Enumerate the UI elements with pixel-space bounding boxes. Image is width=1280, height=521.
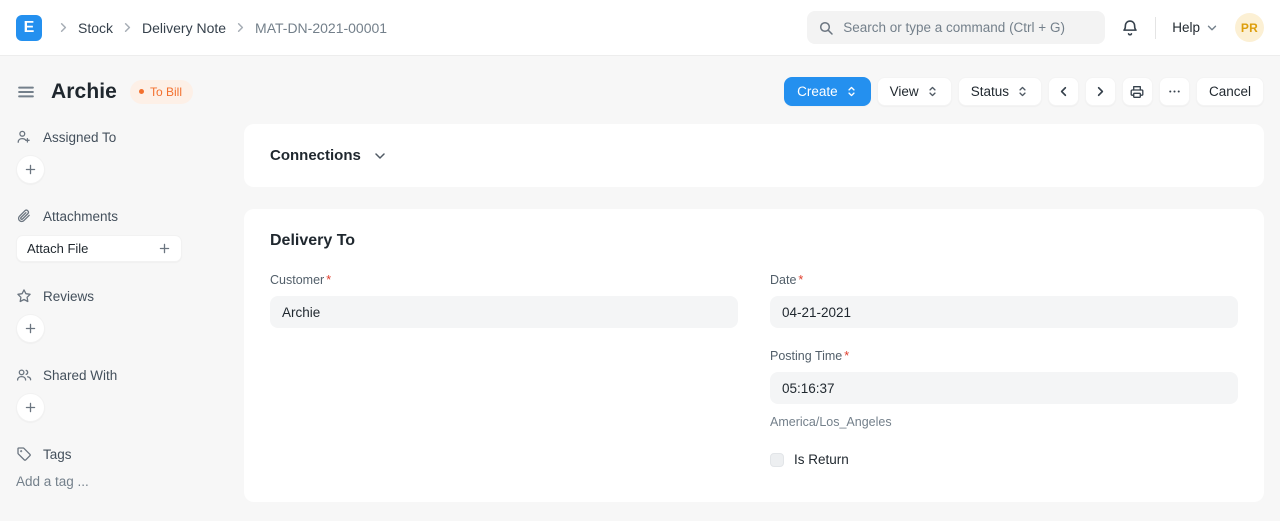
- customer-label-text: Customer: [270, 273, 324, 287]
- form-column-left: Customer*: [270, 273, 738, 467]
- ellipsis-icon: [1167, 84, 1182, 99]
- navbar: E Stock Delivery Note MAT-DN-2021-00001 …: [0, 0, 1280, 56]
- assigned-to-label: Assigned To: [43, 130, 116, 145]
- delivery-to-section: Delivery To Customer* Date*: [244, 209, 1264, 502]
- form-column-right: Date* Posting Time* America/Los_Angeles: [770, 273, 1238, 467]
- customer-input[interactable]: [270, 296, 738, 328]
- delivery-to-title: Delivery To: [270, 232, 1238, 250]
- content-layout: Assigned To Attachments Attach File Revi…: [0, 124, 1280, 521]
- form-body: Connections Delivery To Customer*: [244, 124, 1264, 521]
- assigned-to-section: Assigned To: [16, 129, 212, 145]
- breadcrumb-stock[interactable]: Stock: [78, 20, 113, 36]
- navbar-right: Help PR: [807, 11, 1264, 44]
- users-icon: [16, 367, 32, 383]
- add-assignment-button[interactable]: [16, 155, 45, 184]
- date-label: Date*: [770, 273, 1238, 287]
- create-button-label: Create: [797, 84, 838, 99]
- is-return-field[interactable]: Is Return: [770, 452, 1238, 467]
- attachments-label: Attachments: [43, 209, 118, 224]
- status-dot: [139, 89, 144, 94]
- select-chevrons-icon: [926, 85, 939, 98]
- posting-time-label-text: Posting Time: [770, 349, 842, 363]
- page-header: Archie To Bill Create View Status: [0, 56, 1280, 124]
- shared-with-label: Shared With: [43, 368, 117, 383]
- create-button[interactable]: Create: [784, 77, 871, 106]
- posting-time-field: Posting Time* America/Los_Angeles: [770, 349, 1238, 429]
- app-logo-letter: E: [24, 19, 35, 37]
- help-menu[interactable]: Help: [1172, 20, 1219, 35]
- global-search[interactable]: [807, 11, 1105, 44]
- tag-icon: [16, 446, 32, 462]
- breadcrumb-delivery-note[interactable]: Delivery Note: [142, 20, 226, 36]
- add-share-button[interactable]: [16, 393, 45, 422]
- date-label-text: Date: [770, 273, 796, 287]
- tags-section: Tags: [16, 446, 212, 462]
- chevron-right-icon: [56, 20, 71, 35]
- chevron-right-icon: [120, 20, 135, 35]
- navbar-divider: [1155, 17, 1156, 39]
- sidebar-toggle-icon[interactable]: [16, 82, 36, 102]
- chevron-right-icon: [1093, 84, 1108, 99]
- user-plus-icon: [16, 129, 32, 145]
- add-review-button[interactable]: [16, 314, 45, 343]
- required-marker: *: [798, 273, 803, 287]
- date-field: Date*: [770, 273, 1238, 328]
- chevron-right-icon: [233, 20, 248, 35]
- required-marker: *: [326, 273, 331, 287]
- avatar-initials: PR: [1241, 21, 1258, 35]
- reviews-section: Reviews: [16, 288, 212, 304]
- search-input[interactable]: [843, 20, 1094, 35]
- app-logo[interactable]: E: [16, 15, 42, 41]
- select-chevrons-icon: [845, 85, 858, 98]
- status-badge: To Bill: [130, 80, 193, 104]
- timezone-text: America/Los_Angeles: [770, 415, 1238, 429]
- cancel-button-label: Cancel: [1209, 84, 1251, 99]
- chevron-down-icon: [372, 148, 388, 164]
- add-tag-input[interactable]: Add a tag ...: [16, 474, 212, 489]
- view-button[interactable]: View: [877, 77, 952, 106]
- view-button-label: View: [890, 84, 919, 99]
- customer-field: Customer*: [270, 273, 738, 328]
- printer-icon: [1129, 84, 1145, 100]
- tags-label: Tags: [43, 447, 72, 462]
- posting-time-input[interactable]: [770, 372, 1238, 404]
- user-avatar[interactable]: PR: [1235, 13, 1264, 42]
- search-icon: [818, 20, 834, 36]
- header-actions: Create View Status: [784, 77, 1264, 106]
- connections-title: Connections: [270, 147, 361, 164]
- chevron-down-icon: [1205, 21, 1219, 35]
- notifications-bell-icon[interactable]: [1121, 19, 1139, 37]
- print-button[interactable]: [1122, 77, 1153, 106]
- shared-with-section: Shared With: [16, 367, 212, 383]
- is-return-checkbox[interactable]: [770, 453, 784, 467]
- required-marker: *: [844, 349, 849, 363]
- select-chevrons-icon: [1016, 85, 1029, 98]
- attach-file-button[interactable]: Attach File: [16, 235, 182, 262]
- is-return-label: Is Return: [794, 452, 849, 467]
- breadcrumb: Stock Delivery Note MAT-DN-2021-00001: [56, 20, 387, 36]
- cancel-button[interactable]: Cancel: [1196, 77, 1264, 106]
- status-button-label: Status: [971, 84, 1009, 99]
- next-document-button[interactable]: [1085, 77, 1116, 106]
- form-sidebar: Assigned To Attachments Attach File Revi…: [16, 124, 212, 489]
- reviews-label: Reviews: [43, 289, 94, 304]
- plus-icon: [158, 242, 171, 255]
- connections-section[interactable]: Connections: [244, 124, 1264, 187]
- date-input[interactable]: [770, 296, 1238, 328]
- attach-file-label: Attach File: [27, 241, 88, 256]
- chevron-left-icon: [1056, 84, 1071, 99]
- star-icon: [16, 288, 32, 304]
- breadcrumb-document-id: MAT-DN-2021-00001: [255, 20, 387, 36]
- page-title: Archie: [51, 80, 117, 104]
- previous-document-button[interactable]: [1048, 77, 1079, 106]
- status-badge-label: To Bill: [150, 85, 182, 99]
- posting-time-label: Posting Time*: [770, 349, 1238, 363]
- menu-ellipsis-button[interactable]: [1159, 77, 1190, 106]
- status-button[interactable]: Status: [958, 77, 1042, 106]
- attachments-section: Attachments: [16, 208, 212, 224]
- paperclip-icon: [16, 208, 32, 224]
- help-label: Help: [1172, 20, 1200, 35]
- delivery-form-grid: Customer* Date* Posti: [270, 273, 1238, 467]
- customer-label: Customer*: [270, 273, 738, 287]
